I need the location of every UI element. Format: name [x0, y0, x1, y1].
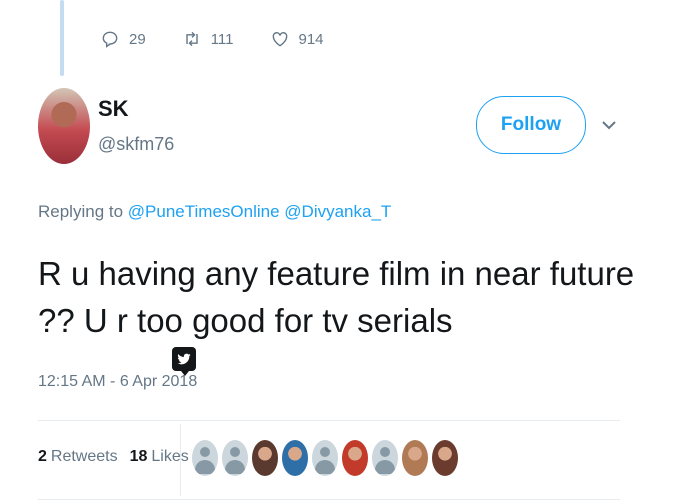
reply-mention-divyanka[interactable]: @Divyanka_T — [284, 202, 391, 221]
reply-icon — [102, 31, 118, 48]
twitter-bird-icon — [172, 347, 196, 376]
stats-separator — [180, 424, 181, 496]
retweet-action[interactable]: 111 — [182, 29, 234, 49]
likes-count: 18 — [129, 448, 148, 465]
author-name[interactable]: SK — [98, 96, 129, 122]
reply-count: 29 — [129, 30, 146, 48]
chevron-down-icon — [602, 121, 616, 130]
retweet-count: 111 — [210, 30, 234, 48]
liker-avatar[interactable] — [432, 440, 458, 476]
retweets-stat[interactable]: 2 Retweets — [38, 448, 118, 466]
engagement-stats: 2 Retweets 18 Likes — [38, 448, 201, 466]
reply-action[interactable]: 29 — [100, 29, 146, 49]
like-count: 914 — [298, 30, 324, 48]
liker-avatar[interactable] — [192, 440, 218, 476]
liker-avatar[interactable] — [312, 440, 338, 476]
previous-tweet-actions: 29 111 914 — [100, 26, 360, 52]
retweets-count: 2 — [38, 448, 47, 465]
author-handle[interactable]: @skfm76 — [98, 134, 174, 155]
liker-avatar[interactable] — [222, 440, 248, 476]
more-options[interactable] — [600, 116, 618, 134]
liker-avatar[interactable] — [282, 440, 308, 476]
divider — [38, 420, 620, 421]
thread-line — [60, 0, 64, 76]
liker-avatar[interactable] — [372, 440, 398, 476]
follow-button[interactable]: Follow — [476, 96, 586, 154]
liker-avatar[interactable] — [342, 440, 368, 476]
retweet-icon — [185, 31, 198, 47]
reply-mention-punetimesonline[interactable]: @PuneTimesOnline — [128, 202, 280, 221]
divider — [38, 499, 620, 500]
tweet-text: R u having any feature film in near futu… — [38, 255, 635, 339]
liker-avatars — [192, 440, 462, 476]
like-action[interactable]: 914 — [270, 29, 324, 49]
heart-icon — [272, 32, 287, 47]
author-avatar[interactable] — [38, 88, 90, 164]
retweets-label: Retweets — [50, 448, 118, 465]
liker-avatar[interactable] — [402, 440, 428, 476]
tweet-timestamp[interactable]: 12:15 AM - 6 Apr 2018 — [38, 373, 197, 391]
likes-label: Likes — [151, 448, 189, 465]
replying-prefix: Replying to — [38, 202, 124, 221]
liker-avatar[interactable] — [252, 440, 278, 476]
replying-to-line: Replying to @PuneTimesOnline @Divyanka_T — [38, 202, 391, 222]
